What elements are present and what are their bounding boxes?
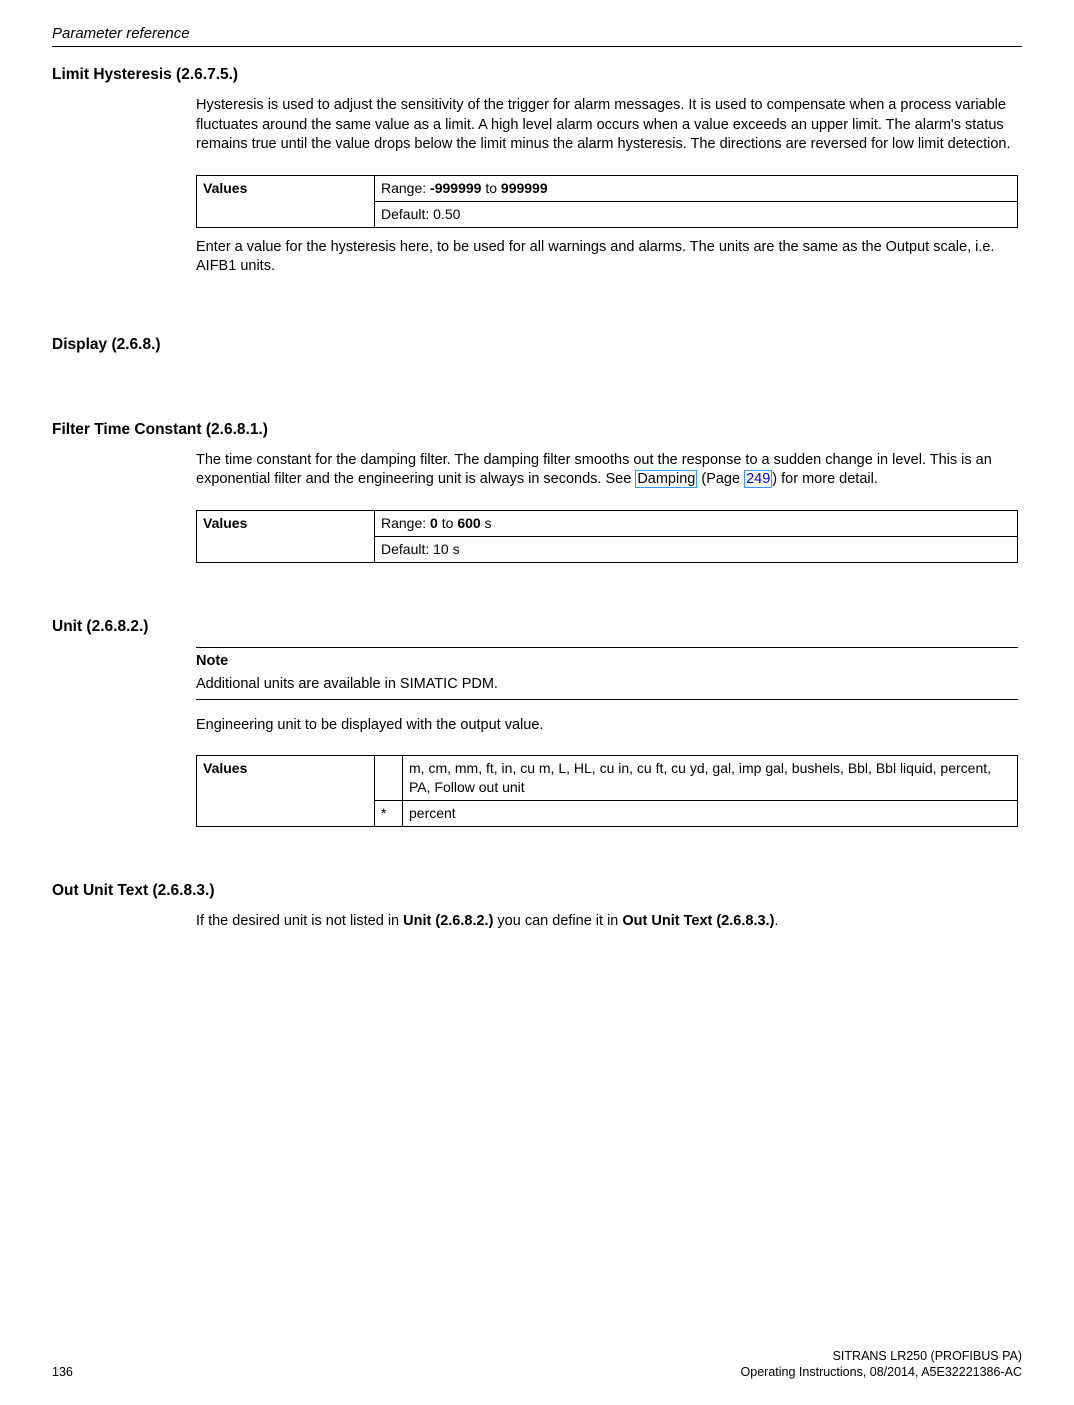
note-rule-bottom [196, 699, 1018, 700]
header-rule [52, 46, 1022, 47]
cell-range: Range: 0 to 600 s [375, 510, 1018, 536]
footer-page-number: 136 [52, 1364, 73, 1381]
cell-blank [375, 756, 403, 801]
cell-range: Range: -999999 to 999999 [375, 175, 1018, 201]
table-hysteresis-values: Values Range: -999999 to 999999 Default:… [196, 175, 1018, 228]
cell-units-list: m, cm, mm, ft, in, cu m, L, HL, cu in, c… [403, 756, 1018, 801]
note-rule-top [196, 647, 1018, 648]
cell-default-mark: * [375, 800, 403, 826]
para-out-unit-desc: If the desired unit is not listed in Uni… [196, 912, 1018, 932]
cell-default-unit: percent [403, 800, 1018, 826]
table-unit-values: Values m, cm, mm, ft, in, cu m, L, HL, c… [196, 755, 1018, 827]
cell-label: Values [197, 756, 375, 827]
footer-product: SITRANS LR250 (PROFIBUS PA) [52, 1348, 1022, 1364]
para-hysteresis-note: Enter a value for the hysteresis here, t… [196, 238, 1018, 277]
footer-doc-id: Operating Instructions, 08/2014, A5E3222… [741, 1364, 1022, 1381]
heading-unit: Unit (2.6.8.2.) [52, 617, 1022, 638]
para-filter-desc: The time constant for the damping filter… [196, 451, 1018, 490]
cell-default: Default: 0.50 [375, 201, 1018, 227]
cell-label: Values [197, 175, 375, 227]
table-filter-values: Values Range: 0 to 600 s Default: 10 s [196, 510, 1018, 563]
para-hysteresis-desc: Hysteresis is used to adjust the sensiti… [196, 96, 1018, 155]
cell-label: Values [197, 510, 375, 562]
page-footer: SITRANS LR250 (PROFIBUS PA) 136 Operatin… [52, 1348, 1022, 1381]
cell-default: Default: 10 s [375, 536, 1018, 562]
link-damping[interactable]: Damping [635, 470, 697, 488]
running-header: Parameter reference [52, 24, 1022, 44]
heading-filter-time-constant: Filter Time Constant (2.6.8.1.) [52, 420, 1022, 441]
para-unit-desc: Engineering unit to be displayed with th… [196, 716, 1018, 736]
note-body: Additional units are available in SIMATI… [196, 675, 1018, 695]
link-page-249[interactable]: 249 [744, 470, 772, 488]
heading-out-unit-text: Out Unit Text (2.6.8.3.) [52, 881, 1022, 902]
note-label: Note [196, 652, 1018, 672]
heading-limit-hysteresis: Limit Hysteresis (2.6.7.5.) [52, 65, 1022, 86]
heading-display: Display (2.6.8.) [52, 335, 1022, 356]
